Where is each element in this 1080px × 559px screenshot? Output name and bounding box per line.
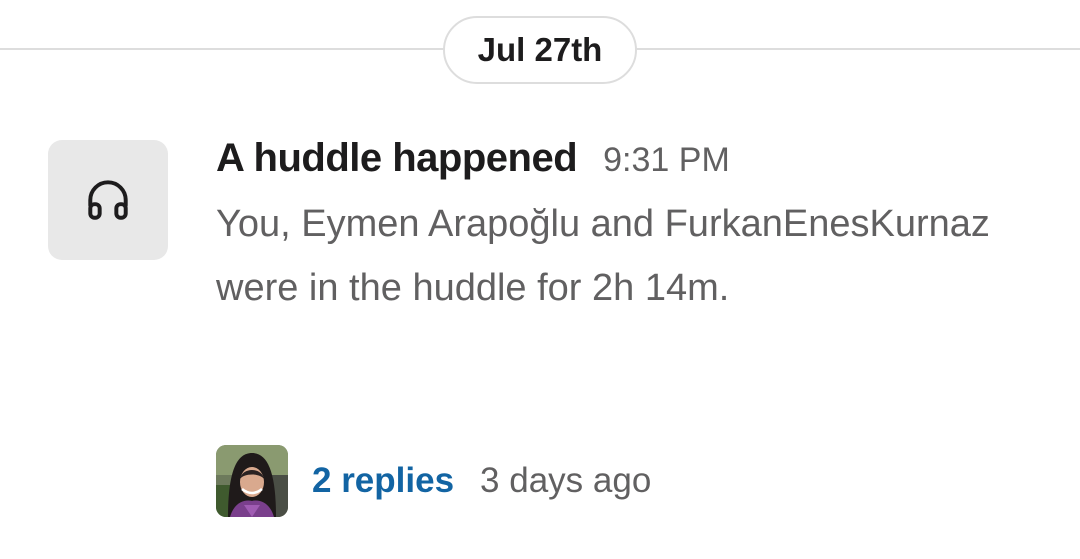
thread-last-reply-time: 3 days ago — [480, 461, 652, 500]
message-timestamp[interactable]: 9:31 PM — [603, 141, 730, 180]
message-header: A huddle happened 9:31 PM — [216, 136, 730, 181]
thread-replies-link[interactable]: 2 replies — [312, 461, 454, 501]
message-view: Jul 27th A huddle happened 9:31 PM You, … — [0, 0, 1080, 559]
message-body: You, Eymen Arapoğlu and FurkanEnesKurnaz… — [216, 203, 990, 309]
headphones-icon — [88, 180, 128, 220]
message-sender[interactable]: A huddle happened — [216, 136, 578, 181]
huddle-icon-tile — [48, 140, 168, 260]
thread-summary[interactable]: 2 replies 3 days ago — [216, 445, 651, 517]
date-divider-pill[interactable]: Jul 27th — [443, 16, 637, 84]
replier-avatar[interactable] — [216, 445, 288, 517]
